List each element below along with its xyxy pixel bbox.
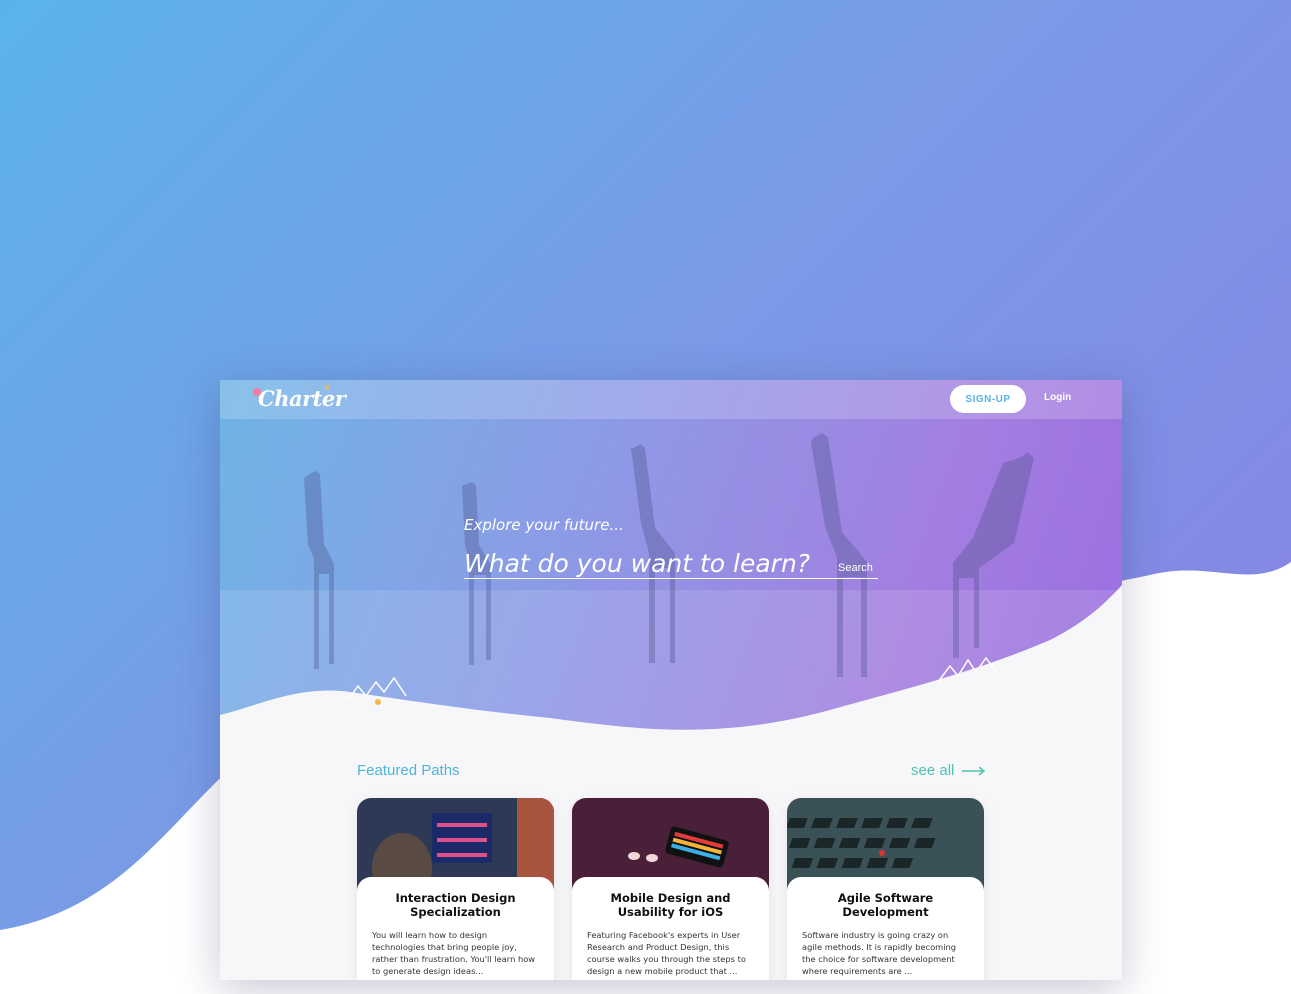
hero-section: Charter ✕ SIGN-UP Login Explore your fut… (220, 380, 1122, 740)
arrow-right-icon[interactable] (962, 766, 986, 776)
logo[interactable]: Charter (258, 386, 346, 411)
card-title: Interaction Design Specialization (395, 891, 516, 919)
card-body: Agile Software Development Software indu… (787, 877, 984, 980)
search-button[interactable]: Search (838, 562, 873, 574)
card-description: Software industry is going crazy on agil… (802, 930, 957, 976)
hero-tagline: Explore your future... (464, 516, 624, 534)
browser-window: Charter ✕ SIGN-UP Login Explore your fut… (220, 380, 1122, 980)
card-title: Agile Software Development (837, 891, 934, 919)
destination-x-icon: ✕ (323, 383, 332, 394)
path-card[interactable]: Mobile Design and Usability for iOS Feat… (572, 798, 769, 980)
featured-paths-title: Featured Paths (357, 762, 460, 779)
signup-button[interactable]: SIGN-UP (950, 385, 1026, 413)
card-body: Interaction Design Specialization You wi… (357, 877, 554, 980)
path-card[interactable]: Interaction Design Specialization You wi… (357, 798, 554, 980)
card-description: Featuring Facebook's experts in User Res… (587, 930, 746, 976)
card-title: Mobile Design and Usability for iOS (610, 891, 731, 919)
path-card[interactable]: Agile Software Development Software indu… (787, 798, 984, 980)
search-input[interactable] (464, 548, 824, 578)
card-description: You will learn how to design technologie… (372, 930, 536, 976)
see-all-link[interactable]: see all (911, 762, 954, 779)
card-body: Mobile Design and Usability for iOS Feat… (572, 877, 769, 980)
navbar: Charter ✕ SIGN-UP Login (220, 380, 1122, 419)
login-link[interactable]: Login (1044, 392, 1071, 403)
search-bar: Search (464, 548, 878, 579)
